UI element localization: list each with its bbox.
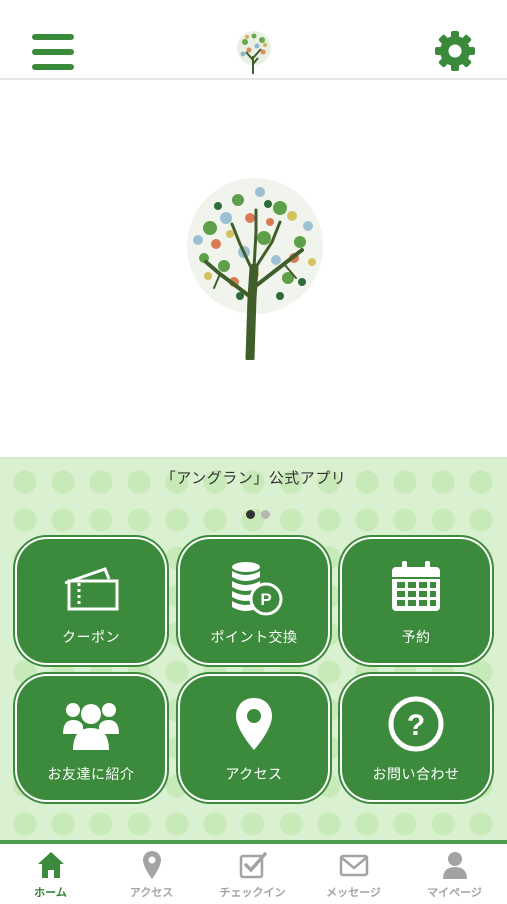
point-exchange-label: ポイント交換 — [210, 630, 298, 646]
access-button[interactable]: アクセス — [180, 676, 328, 800]
page-indicator — [246, 504, 276, 519]
question-icon: ? — [388, 696, 444, 752]
user-icon — [443, 852, 467, 879]
people-icon — [63, 703, 119, 750]
menu-bar-top — [32, 34, 74, 40]
tab-message[interactable]: メッセージ — [303, 844, 404, 904]
access-label: アクセス — [225, 767, 283, 783]
tab-access[interactable]: アクセス — [101, 844, 202, 904]
reservation-button[interactable]: 予約 — [342, 539, 490, 663]
tab-mypage-label: マイページ — [427, 886, 482, 899]
tab-message-label: メッセージ — [326, 886, 381, 899]
page-dot-inactive[interactable] — [261, 510, 270, 519]
tab-checkin-label: チェックイン — [219, 886, 286, 899]
coins-points-icon: P — [232, 562, 283, 616]
ticket-icon — [64, 567, 119, 611]
hero-banner — [0, 80, 507, 457]
refer-friend-button[interactable]: お友達に紹介 — [17, 676, 165, 800]
svg-text:?: ? — [407, 709, 425, 742]
app-title: 「アングラン」公式アプリ — [160, 469, 347, 487]
point-exchange-button[interactable]: P ポイント交換 — [180, 539, 328, 663]
home-icon — [38, 852, 64, 878]
coupon-button[interactable]: クーポン — [17, 539, 165, 663]
menu-panel: 「アングラン」公式アプリ クーポン P ポイント交換 予約 お友達に紹介 アクセ… — [0, 457, 507, 842]
svg-text:P: P — [260, 590, 271, 609]
coupon-label: クーポン — [62, 630, 120, 646]
tab-mypage[interactable]: マイページ — [404, 844, 505, 904]
bottom-tab-bar: ホーム アクセス チェックイン メッセージ マイページ — [0, 840, 507, 904]
page-dot-active[interactable] — [246, 510, 255, 519]
menu-bar-middle — [32, 49, 74, 55]
hamburger-menu-icon[interactable] — [32, 34, 74, 70]
checkin-icon — [239, 852, 267, 879]
app-header — [0, 0, 507, 80]
calendar-icon — [392, 561, 440, 611]
contact-label: お問い合わせ — [372, 767, 460, 783]
location-pin-icon — [236, 698, 272, 750]
tab-access-label: アクセス — [129, 886, 174, 899]
tree-logo — [237, 31, 271, 74]
contact-button[interactable]: ? お問い合わせ — [342, 676, 490, 800]
reservation-label: 予約 — [401, 630, 431, 646]
map-pin-icon — [143, 851, 161, 879]
menu-bar-bottom — [32, 64, 74, 70]
envelope-icon — [339, 854, 369, 877]
tree-illustration — [187, 178, 323, 360]
tab-checkin[interactable]: チェックイン — [202, 844, 303, 904]
tab-home-label: ホーム — [34, 886, 67, 899]
tab-home[interactable]: ホーム — [0, 844, 101, 904]
refer-friend-label: お友達に紹介 — [47, 767, 135, 783]
gear-icon[interactable] — [434, 30, 476, 72]
